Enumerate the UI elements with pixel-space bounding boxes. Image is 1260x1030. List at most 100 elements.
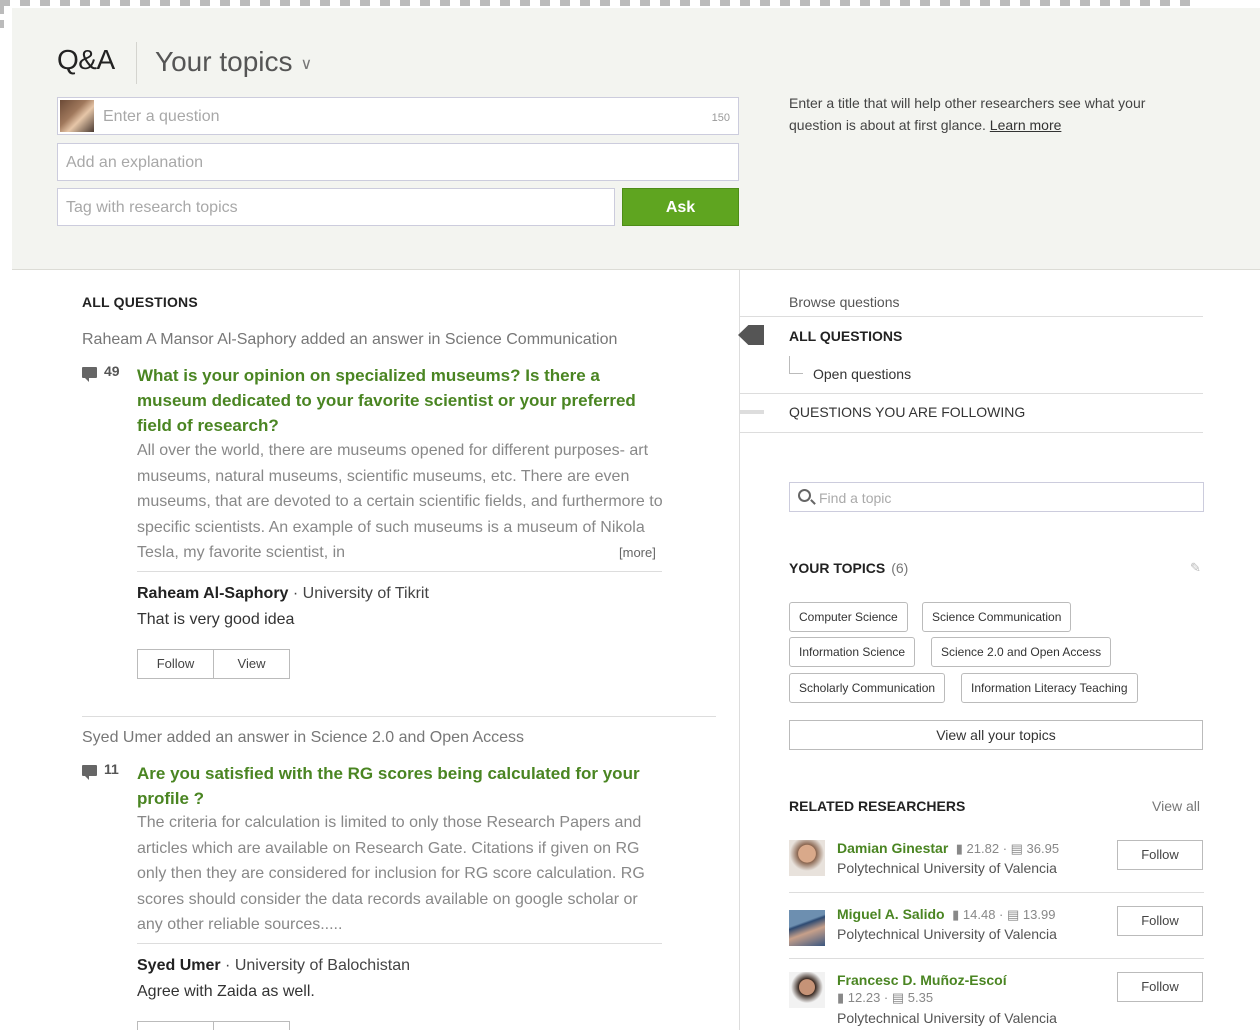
answer-author: Raheam Al-Saphory · University of Tikrit xyxy=(137,585,429,602)
researcher-avatar[interactable] xyxy=(789,972,825,1008)
char-counter: 150 xyxy=(711,112,730,124)
nav-marker xyxy=(740,410,764,414)
learn-more-link[interactable]: Learn more xyxy=(990,117,1062,133)
answerer-institution[interactable]: University of Tikrit xyxy=(303,585,429,602)
researcher-stats: ▮ 14.48 · ▤ 13.99 xyxy=(948,907,1056,922)
question-body: The criteria for calculation is limited … xyxy=(137,814,645,933)
answer-author: Syed Umer · University of Balochistan xyxy=(137,957,410,974)
nav-open-questions[interactable]: Open questions xyxy=(813,366,911,382)
question-body-text: All over the world, there are museums op… xyxy=(137,442,663,561)
topic-chip[interactable]: Information Literacy Teaching xyxy=(961,673,1138,703)
follow-view-group: Follow View xyxy=(137,1021,290,1030)
topic-chip[interactable]: Computer Science xyxy=(789,602,908,632)
view-all-topics-button[interactable]: View all your topics xyxy=(789,720,1203,750)
browse-questions-title: Browse questions xyxy=(789,294,900,310)
nav-following-questions[interactable]: QUESTIONS YOU ARE FOLLOWING xyxy=(789,404,1025,420)
answerer-name[interactable]: Raheam Al-Saphory xyxy=(137,585,288,602)
topic-chip[interactable]: Information Science xyxy=(789,637,916,667)
explanation-placeholder: Add an explanation xyxy=(66,154,203,171)
answerer-institution[interactable]: University of Balochistan xyxy=(235,957,410,974)
impact-points: 13.99 xyxy=(1022,907,1056,922)
dashed-border-left xyxy=(0,6,4,28)
rg-score: 21.82 xyxy=(966,841,1000,856)
related-view-all-link[interactable]: View all xyxy=(1152,798,1200,814)
view-button[interactable]: View xyxy=(213,1022,289,1030)
feed-item: Syed Umer added an answer in Science 2.0… xyxy=(82,729,722,1030)
view-button[interactable]: View xyxy=(213,650,289,678)
feed-title: ALL QUESTIONS xyxy=(82,294,198,310)
topic-chip[interactable]: Science Communication xyxy=(922,602,1072,632)
tag-placeholder: Tag with research topics xyxy=(66,199,238,216)
researcher-divider xyxy=(789,958,1204,959)
researcher-row: Damian Ginestar ▮ 21.82 · ▤ 36.95 Polyte… xyxy=(789,840,1204,900)
comment-icon xyxy=(82,367,97,382)
tag-topics-field[interactable]: Tag with research topics xyxy=(57,188,615,226)
researcher-name[interactable]: Francesc D. Muñoz-Escoí xyxy=(837,972,1007,988)
researcher-row: Miguel A. Salido ▮ 14.48 · ▤ 13.99 Polyt… xyxy=(789,906,1204,966)
answer-count: 11 xyxy=(104,761,119,777)
researcher-divider xyxy=(789,892,1204,893)
follow-view-group: Follow View xyxy=(137,649,290,679)
browse-divider xyxy=(740,316,1203,317)
researcher-avatar[interactable] xyxy=(789,910,825,946)
researcher-name[interactable]: Damian Ginestar xyxy=(837,840,948,856)
topic-chip[interactable]: Scholarly Communication xyxy=(789,673,946,703)
follow-researcher-button[interactable]: Follow xyxy=(1117,906,1203,936)
explanation-field[interactable]: Add an explanation xyxy=(57,143,739,181)
your-topics-count: (6) xyxy=(891,560,909,576)
active-nav-arrow-icon xyxy=(738,325,764,345)
follow-button[interactable]: Follow xyxy=(138,650,213,678)
comment-icon xyxy=(82,765,97,780)
follow-researcher-button[interactable]: Follow xyxy=(1117,972,1203,1002)
researcher-header: Damian Ginestar ▮ 21.82 · ▤ 36.95 xyxy=(837,840,1059,857)
answer-divider xyxy=(137,943,662,944)
follow-button[interactable]: Follow xyxy=(138,1022,213,1030)
your-topics-title: YOUR TOPICS (6) xyxy=(789,560,908,576)
your-topics-dropdown[interactable]: Your topics ∨ xyxy=(155,46,312,78)
search-icon xyxy=(798,489,811,502)
activity-line[interactable]: Syed Umer added an answer in Science 2.0… xyxy=(82,729,722,747)
question-input[interactable]: Enter a question 150 xyxy=(57,97,739,135)
find-topic-input[interactable]: Find a topic xyxy=(789,482,1204,512)
researcher-header: Miguel A. Salido ▮ 14.48 · ▤ 13.99 xyxy=(837,906,1055,923)
question-body: All over the world, there are museums op… xyxy=(137,438,667,566)
user-avatar xyxy=(60,100,94,132)
browse-divider xyxy=(740,432,1203,433)
activity-line[interactable]: Raheam A Mansor Al-Saphory added an answ… xyxy=(82,331,722,349)
topic-chip[interactable]: Science 2.0 and Open Access xyxy=(931,637,1112,667)
tree-connector xyxy=(789,356,803,374)
chevron-down-icon: ∨ xyxy=(300,55,313,73)
question-placeholder: Enter a question xyxy=(103,108,220,125)
researcher-institution[interactable]: Polytechnical University of Valencia xyxy=(837,926,1057,942)
answer-count: 49 xyxy=(104,363,120,379)
nav-all-questions[interactable]: ALL QUESTIONS xyxy=(789,328,902,344)
follow-researcher-button[interactable]: Follow xyxy=(1117,840,1203,870)
question-title[interactable]: Are you satisfied with the RG scores bei… xyxy=(137,761,647,811)
answerer-name[interactable]: Syed Umer xyxy=(137,957,221,974)
researcher-row: Francesc D. Muñoz-Escoí ▮ 12.23 · ▤ 5.35… xyxy=(789,972,1204,1030)
ask-button[interactable]: Ask xyxy=(622,188,739,226)
related-researchers-title: RELATED RESEARCHERS xyxy=(789,798,966,814)
feed-divider xyxy=(82,716,716,717)
feed-item: Raheam A Mansor Al-Saphory added an answ… xyxy=(82,331,722,691)
question-title[interactable]: What is your opinion on specialized muse… xyxy=(137,363,647,438)
brand-divider xyxy=(136,42,137,84)
help-text-body: Enter a title that will help other resea… xyxy=(789,95,1146,133)
rg-score: 12.23 xyxy=(847,990,881,1005)
researcher-avatar[interactable] xyxy=(789,840,825,876)
qa-brand[interactable]: Q&A xyxy=(57,44,115,76)
impact-points: 5.35 xyxy=(907,990,934,1005)
researcher-name[interactable]: Miguel A. Salido xyxy=(837,906,945,922)
edit-pencil-icon[interactable]: ✎ xyxy=(1190,560,1201,575)
researcher-institution[interactable]: Polytechnical University of Valencia xyxy=(837,1010,1057,1026)
sidebar-divider xyxy=(739,270,740,1030)
more-link[interactable]: [more] xyxy=(619,545,656,560)
researcher-header: Francesc D. Muñoz-Escoí xyxy=(837,972,1007,988)
question-help-text: Enter a title that will help other resea… xyxy=(789,92,1189,136)
impact-points: 36.95 xyxy=(1026,841,1060,856)
dashed-border-top xyxy=(0,0,1200,6)
researcher-institution[interactable]: Polytechnical University of Valencia xyxy=(837,860,1057,876)
researcher-stats: ▮ 12.23 · ▤ 5.35 xyxy=(837,990,934,1005)
browse-divider xyxy=(740,393,1203,394)
answer-divider xyxy=(137,571,662,572)
